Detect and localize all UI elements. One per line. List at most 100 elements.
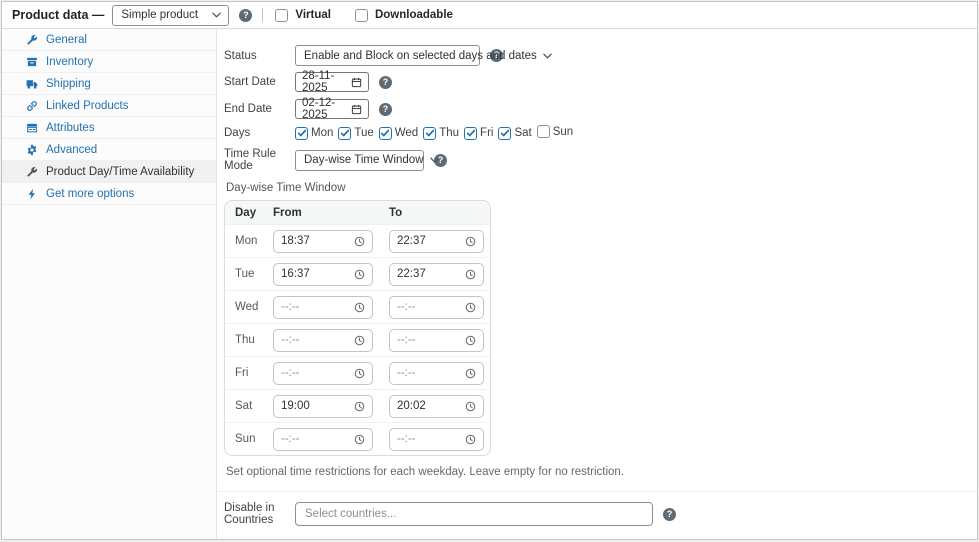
thu-to-time-input[interactable]: --:-- <box>389 328 484 352</box>
clock-icon[interactable] <box>354 269 365 280</box>
thu-from-time-input[interactable]: --:-- <box>273 328 373 352</box>
wed-from-time-input[interactable]: --:-- <box>273 295 373 319</box>
start-date-input[interactable]: 28-11-2025 <box>295 70 369 94</box>
checkbox-box[interactable] <box>354 8 368 22</box>
chevron-down-icon <box>429 157 439 163</box>
sidebar-item-inventory[interactable]: Inventory <box>2 51 216 73</box>
mon-to-time-input[interactable]: 22:37 <box>389 229 484 253</box>
day-cell: Mon <box>235 235 258 247</box>
product-type-select[interactable]: Simple product <box>112 4 230 26</box>
day-checkbox-wed[interactable]: Wed <box>378 126 419 140</box>
virtual-checkbox[interactable]: Virtual <box>275 8 331 22</box>
wrench-icon <box>26 34 38 46</box>
sidebar-item-advanced[interactable]: Advanced <box>2 139 216 161</box>
disable-countries-row: Disable in Countries ? <box>224 492 965 536</box>
fri-to-time-input[interactable]: --:-- <box>389 361 484 385</box>
checkbox-box[interactable] <box>498 126 512 140</box>
product-type-value: Simple product <box>121 9 199 21</box>
time-value: --:-- <box>397 301 416 313</box>
sidebar-item-linked-products[interactable]: Linked Products <box>2 95 216 117</box>
sat-to-time-input[interactable]: 20:02 <box>389 394 484 418</box>
time-value: 16:37 <box>281 268 310 280</box>
tue-to-time-input[interactable]: 22:37 <box>389 262 484 286</box>
mon-from-time-input[interactable]: 18:37 <box>273 229 373 253</box>
sun-to-time-input[interactable]: --:-- <box>389 427 484 451</box>
day-checkbox-sat[interactable]: Sat <box>498 126 532 140</box>
day-checkbox-thu[interactable]: Thu <box>423 126 459 140</box>
disable-countries-input[interactable] <box>295 502 653 526</box>
wed-to-time-input[interactable]: --:-- <box>389 295 484 319</box>
clock-icon[interactable] <box>465 302 476 313</box>
table-row-thu: Thu --:-- --:-- <box>225 323 490 356</box>
time-value: 18:37 <box>281 235 310 247</box>
end-date-input[interactable]: 02-12-2025 <box>295 97 369 121</box>
time-rule-mode-select[interactable]: Day-wise Time Window <box>295 149 439 171</box>
clock-icon[interactable] <box>465 335 476 346</box>
day-cell: Tue <box>235 268 255 280</box>
sidebar-item-product-day-time-availability[interactable]: Product Day/Time Availability <box>2 161 216 183</box>
calendar-icon[interactable] <box>351 77 362 88</box>
help-icon[interactable]: ? <box>663 507 676 521</box>
fri-from-time-input[interactable]: --:-- <box>273 361 373 385</box>
tue-from-time-input[interactable]: 16:37 <box>273 262 373 286</box>
checkbox-box[interactable] <box>338 126 352 140</box>
table-row-sun: Sun --:-- --:-- <box>225 422 490 455</box>
product-data-panel: Product data — Simple product ? Virtual … <box>1 1 978 540</box>
sidebar-item-attributes[interactable]: Attributes <box>2 117 216 139</box>
time-value: --:-- <box>281 301 300 313</box>
day-checkbox-fri[interactable]: Fri <box>464 126 493 140</box>
status-select[interactable]: Enable and Block on selected days and da… <box>295 45 552 66</box>
clock-icon[interactable] <box>465 236 476 247</box>
clock-icon[interactable] <box>354 434 365 445</box>
column-header-to: To <box>389 206 403 219</box>
checkbox-box[interactable] <box>536 125 550 138</box>
day-label: Mon <box>311 127 334 139</box>
column-header-day: Day <box>235 206 257 219</box>
clock-icon[interactable] <box>465 434 476 445</box>
calendar-icon[interactable] <box>351 104 362 115</box>
sun-from-time-input[interactable]: --:-- <box>273 427 373 451</box>
downloadable-checkbox[interactable]: Downloadable <box>354 8 453 22</box>
column-header-from: From <box>273 206 302 219</box>
day-checkbox-mon[interactable]: Mon <box>295 126 334 140</box>
sat-from-time-input[interactable]: 19:00 <box>273 394 373 418</box>
clock-icon[interactable] <box>354 302 365 313</box>
help-icon[interactable]: ? <box>239 8 253 22</box>
day-time-window-table: Day From To Mon 18:37 22:37 Tue 16:37 22:37 We… <box>224 200 491 456</box>
wrench-icon <box>26 166 38 178</box>
chevron-down-icon <box>212 12 222 18</box>
day-checkbox-sun[interactable]: Sun <box>536 125 573 138</box>
clock-icon[interactable] <box>354 401 365 412</box>
checkbox-box[interactable] <box>275 8 289 22</box>
clock-icon[interactable] <box>354 368 365 379</box>
table-row-wed: Wed --:-- --:-- <box>225 290 490 323</box>
clock-icon[interactable] <box>465 368 476 379</box>
end-date-row: End Date 02-12-2025 ? <box>224 97 965 121</box>
addon-icon <box>26 188 38 200</box>
time-value: --:-- <box>397 367 416 379</box>
clock-icon[interactable] <box>465 269 476 280</box>
sidebar-item-general[interactable]: General <box>2 29 216 51</box>
checkbox-box[interactable] <box>423 126 437 140</box>
end-date-value: 02-12-2025 <box>302 97 336 121</box>
time-value: --:-- <box>397 334 416 346</box>
link-icon <box>26 100 38 112</box>
sidebar-item-shipping[interactable]: Shipping <box>2 73 216 95</box>
checkbox-box[interactable] <box>295 126 308 140</box>
time-rule-mode-value: Day-wise Time Window <box>304 154 424 166</box>
disable-countries-label: Disable in Countries <box>224 502 275 526</box>
checkbox-box[interactable] <box>378 126 392 140</box>
clock-icon[interactable] <box>354 236 365 247</box>
clock-icon[interactable] <box>465 401 476 412</box>
sidebar-item-get-more-options[interactable]: Get more options <box>2 183 216 205</box>
panel-title: Product data — <box>12 8 105 22</box>
day-label: Wed <box>394 127 419 139</box>
days-options: Mon Tue Wed Thu Fri Sat Sun <box>295 125 578 141</box>
time-rule-mode-label: Time Rule Mode <box>224 148 276 172</box>
day-checkbox-tue[interactable]: Tue <box>338 126 374 140</box>
help-icon[interactable]: ? <box>379 102 392 116</box>
clock-icon[interactable] <box>354 335 365 346</box>
day-label: Sat <box>514 127 532 139</box>
help-icon[interactable]: ? <box>379 75 392 89</box>
checkbox-box[interactable] <box>464 126 478 140</box>
